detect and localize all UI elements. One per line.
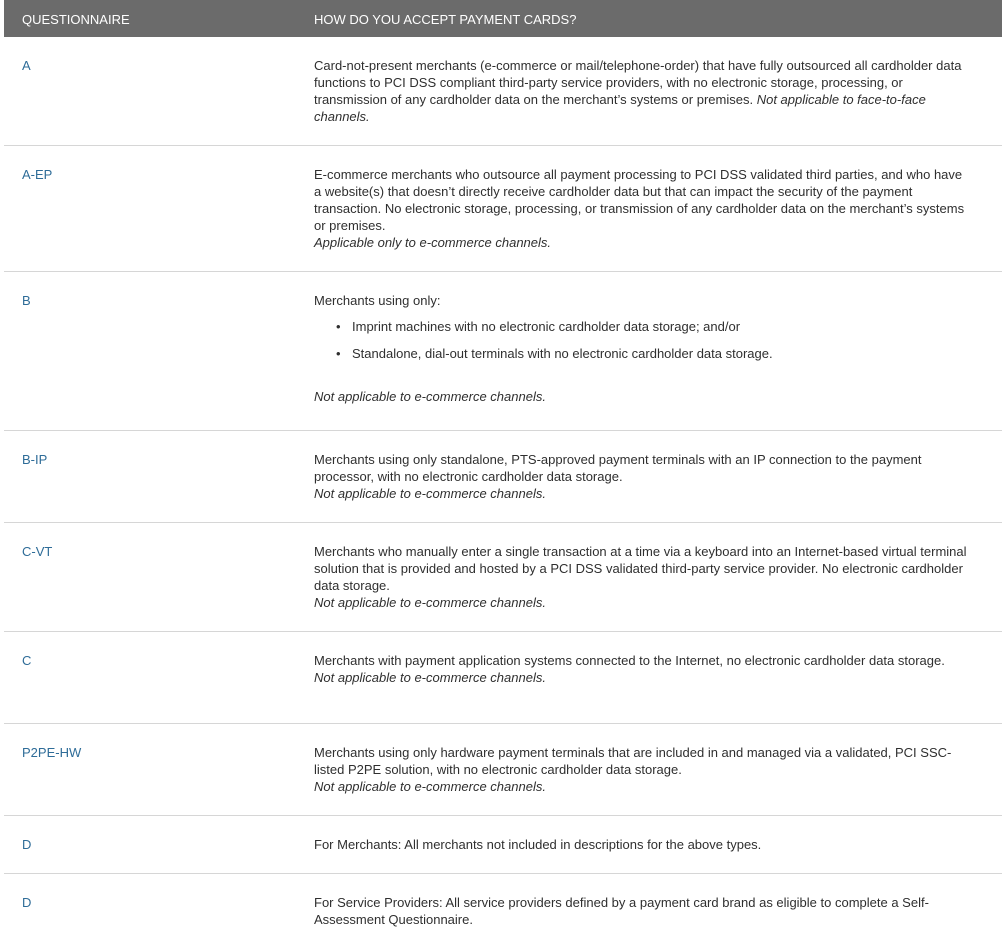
table-row: P2PE-HW Merchants using only hardware pa…	[4, 724, 1002, 816]
row-description: Merchants who manually enter a single tr…	[296, 523, 972, 631]
table-row: B Merchants using only: Imprint machines…	[4, 272, 1002, 431]
questionnaire-code[interactable]: B	[4, 272, 296, 430]
description-text: For Merchants: All merchants not include…	[314, 837, 762, 852]
table-row: A Card-not-present merchants (e-commerce…	[4, 37, 1002, 146]
questionnaire-code[interactable]: C-VT	[4, 523, 296, 631]
header-questionnaire: QUESTIONNAIRE	[22, 12, 130, 27]
row-description: Merchants using only standalone, PTS-app…	[296, 431, 972, 522]
questionnaire-code[interactable]: C	[4, 632, 296, 723]
bullet-list: Imprint machines with no electronic card…	[314, 318, 972, 362]
row-description: E-commerce merchants who outsource all p…	[296, 146, 972, 271]
questionnaire-table: QUESTIONNAIRE HOW DO YOU ACCEPT PAYMENT …	[4, 0, 1002, 934]
table-row: D For Service Providers: All service pro…	[4, 874, 1002, 934]
questionnaire-code[interactable]: P2PE-HW	[4, 724, 296, 815]
questionnaire-code[interactable]: A-EP	[4, 146, 296, 271]
table-row: B-IP Merchants using only standalone, PT…	[4, 431, 1002, 523]
description-text: Merchants who manually enter a single tr…	[314, 544, 967, 593]
table-row: D For Merchants: All merchants not inclu…	[4, 816, 1002, 874]
description-note: Not applicable to e-commerce channels.	[314, 389, 546, 404]
description-note: Applicable only to e-commerce channels.	[314, 235, 552, 250]
row-description: Card-not-present merchants (e-commerce o…	[296, 37, 972, 145]
list-item: Imprint machines with no electronic card…	[336, 318, 972, 335]
description-text: Merchants using only hardware payment te…	[314, 745, 952, 777]
row-description: Merchants with payment application syste…	[296, 632, 972, 723]
row-description: For Merchants: All merchants not include…	[296, 816, 972, 873]
table-row: C Merchants with payment application sys…	[4, 632, 1002, 724]
row-description: Merchants using only: Imprint machines w…	[296, 272, 972, 430]
description-text: For Service Providers: All service provi…	[314, 895, 929, 927]
questionnaire-code[interactable]: A	[4, 37, 296, 145]
table-row: C-VT Merchants who manually enter a sing…	[4, 523, 1002, 632]
description-note: Not applicable to e-commerce channels.	[314, 670, 546, 685]
description-text: E-commerce merchants who outsource all p…	[314, 167, 965, 233]
table-row: A-EP E-commerce merchants who outsource …	[4, 146, 1002, 272]
description-text: Merchants using only standalone, PTS-app…	[314, 452, 922, 484]
header-payment-cards: HOW DO YOU ACCEPT PAYMENT CARDS?	[314, 12, 577, 27]
list-item: Standalone, dial-out terminals with no e…	[336, 345, 972, 362]
questionnaire-code[interactable]: D	[4, 816, 296, 873]
row-description: Merchants using only hardware payment te…	[296, 724, 972, 815]
description-note: Not applicable to e-commerce channels.	[314, 779, 546, 794]
description-text: Merchants using only:	[314, 293, 441, 308]
questionnaire-code[interactable]: B-IP	[4, 431, 296, 522]
description-text: Merchants with payment application syste…	[314, 653, 945, 668]
description-note: Not applicable to e-commerce channels.	[314, 595, 546, 610]
questionnaire-code[interactable]: D	[4, 874, 296, 934]
row-description: For Service Providers: All service provi…	[296, 874, 972, 934]
table-header: QUESTIONNAIRE HOW DO YOU ACCEPT PAYMENT …	[4, 0, 1002, 37]
description-note: Not applicable to e-commerce channels.	[314, 486, 546, 501]
